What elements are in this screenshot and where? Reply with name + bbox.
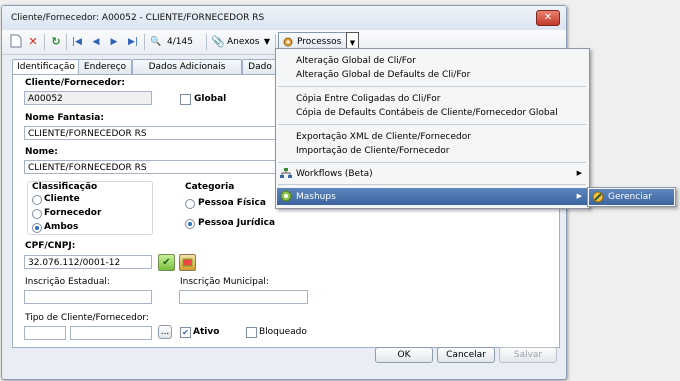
- city-registration-label: Inscrição Municipal:: [180, 277, 269, 287]
- lookup-icon[interactable]: [179, 254, 196, 271]
- mashups-submenu: Gerenciar: [587, 187, 676, 207]
- name-field[interactable]: CLIENTE/FORNECEDOR RS: [24, 160, 280, 174]
- cancel-button[interactable]: Cancelar: [437, 347, 495, 363]
- mashups-icon: [280, 190, 292, 202]
- menu-item-copy-accounting-defaults[interactable]: Cópia de Defaults Contábeis de Cliente/F…: [296, 108, 558, 118]
- radio-fornecedor-label: Fornecedor: [44, 208, 102, 218]
- cpf-cnpj-field[interactable]: 32.076.112/0001-12: [24, 255, 152, 269]
- menu-item-workflows[interactable]: Workflows (Beta): [296, 169, 373, 179]
- record-counter: 4/145: [167, 37, 193, 47]
- radio-ambos[interactable]: [32, 223, 42, 233]
- radio-ambos-label: Ambos: [44, 222, 79, 232]
- menu-item-global-defaults-change[interactable]: Alteração Global de Defaults de Cli/For: [296, 70, 470, 80]
- new-record-icon[interactable]: [9, 34, 23, 50]
- menu-item-global-change[interactable]: Alteração Global de Cli/For: [296, 56, 416, 66]
- menu-item-import[interactable]: Importação de Cliente/Fornecedor: [296, 146, 450, 156]
- window-title: Cliente/Fornecedor: A00052 - CLIENTE/FOR…: [11, 13, 265, 23]
- next-record-icon[interactable]: ▶: [108, 34, 120, 50]
- delete-record-icon[interactable]: ✕: [26, 34, 40, 50]
- city-registration-field[interactable]: [179, 290, 308, 304]
- classification-label: Classificação: [32, 182, 98, 192]
- blocked-checkbox[interactable]: [246, 327, 257, 338]
- menu-item-mashups[interactable]: Mashups: [296, 192, 336, 202]
- active-label: Ativo: [193, 327, 220, 337]
- cpf-cnpj-label: CPF/CNPJ:: [25, 241, 76, 251]
- tab-dados[interactable]: Dado: [242, 59, 278, 74]
- active-checkbox[interactable]: ✔: [180, 327, 191, 338]
- type-lookup-button[interactable]: ...: [158, 325, 172, 339]
- type-label: Tipo de Cliente/Fornecedor:: [25, 313, 149, 323]
- radio-fornecedor[interactable]: [32, 209, 42, 219]
- first-record-icon[interactable]: |◀: [71, 34, 83, 50]
- type-code-field[interactable]: [24, 326, 66, 340]
- title-bar: Cliente/Fornecedor: A00052 - CLIENTE/FOR…: [2, 6, 566, 31]
- save-button[interactable]: Salvar: [499, 347, 557, 363]
- radio-pessoa-juridica[interactable]: [185, 219, 195, 229]
- gear-icon: [282, 36, 294, 48]
- tab-identificacao[interactable]: Identificação: [12, 59, 80, 75]
- processes-label: Processos: [297, 37, 342, 47]
- fantasy-name-field[interactable]: CLIENTE/FORNECEDOR RS: [24, 126, 280, 140]
- tab-endereco[interactable]: Endereço: [78, 59, 132, 74]
- code-label: Cliente/Fornecedor:: [25, 78, 125, 88]
- category-label: Categoria: [185, 182, 235, 192]
- paperclip-icon[interactable]: 📎: [211, 34, 225, 50]
- radio-pessoa-fisica[interactable]: [185, 199, 195, 209]
- refresh-icon[interactable]: ↻: [49, 34, 63, 50]
- type-description-field[interactable]: [70, 326, 152, 340]
- attachments-button[interactable]: Anexos: [227, 34, 261, 50]
- menu-item-copy-between-affiliates[interactable]: Cópia Entre Coligadas do Cli/For: [296, 94, 440, 104]
- menu-item-xml-export[interactable]: Exportação XML de Cliente/Fornecedor: [296, 132, 471, 142]
- ok-button[interactable]: OK: [375, 347, 433, 363]
- blocked-label: Bloqueado: [259, 327, 307, 337]
- close-window-button[interactable]: ✕: [536, 10, 560, 26]
- fantasy-name-label: Nome Fantasia:: [25, 113, 104, 123]
- radio-pessoa-fisica-label: Pessoa Física: [198, 198, 266, 208]
- code-field[interactable]: A00052: [24, 91, 152, 105]
- state-registration-label: Inscrição Estadual:: [25, 277, 110, 287]
- name-label: Nome:: [25, 147, 58, 157]
- mashups-submenu-arrow-icon: ▶: [576, 192, 582, 200]
- state-registration-field[interactable]: [24, 290, 152, 304]
- tab-dados-adicionais[interactable]: Dados Adicionais: [132, 59, 242, 74]
- search-icon[interactable]: 🔍: [148, 34, 164, 50]
- global-label: Global: [194, 94, 227, 104]
- last-record-icon[interactable]: ▶|: [126, 34, 140, 50]
- radio-pessoa-juridica-label: Pessoa Jurídica: [198, 218, 276, 228]
- global-checkbox[interactable]: [180, 94, 191, 105]
- validate-check-icon[interactable]: ✔: [158, 254, 175, 271]
- previous-record-icon[interactable]: ◀: [90, 34, 102, 50]
- processes-menu: Alteração Global de Cli/For Alteração Gl…: [275, 48, 590, 209]
- workflow-icon: [280, 167, 292, 179]
- submenu-item-manage[interactable]: Gerenciar: [608, 192, 652, 202]
- attachments-dropdown-icon[interactable]: ▼: [262, 34, 272, 50]
- manage-icon: [592, 191, 604, 203]
- radio-cliente[interactable]: [32, 195, 42, 205]
- workflows-submenu-arrow-icon: ▶: [576, 169, 582, 177]
- radio-cliente-label: Cliente: [44, 194, 80, 204]
